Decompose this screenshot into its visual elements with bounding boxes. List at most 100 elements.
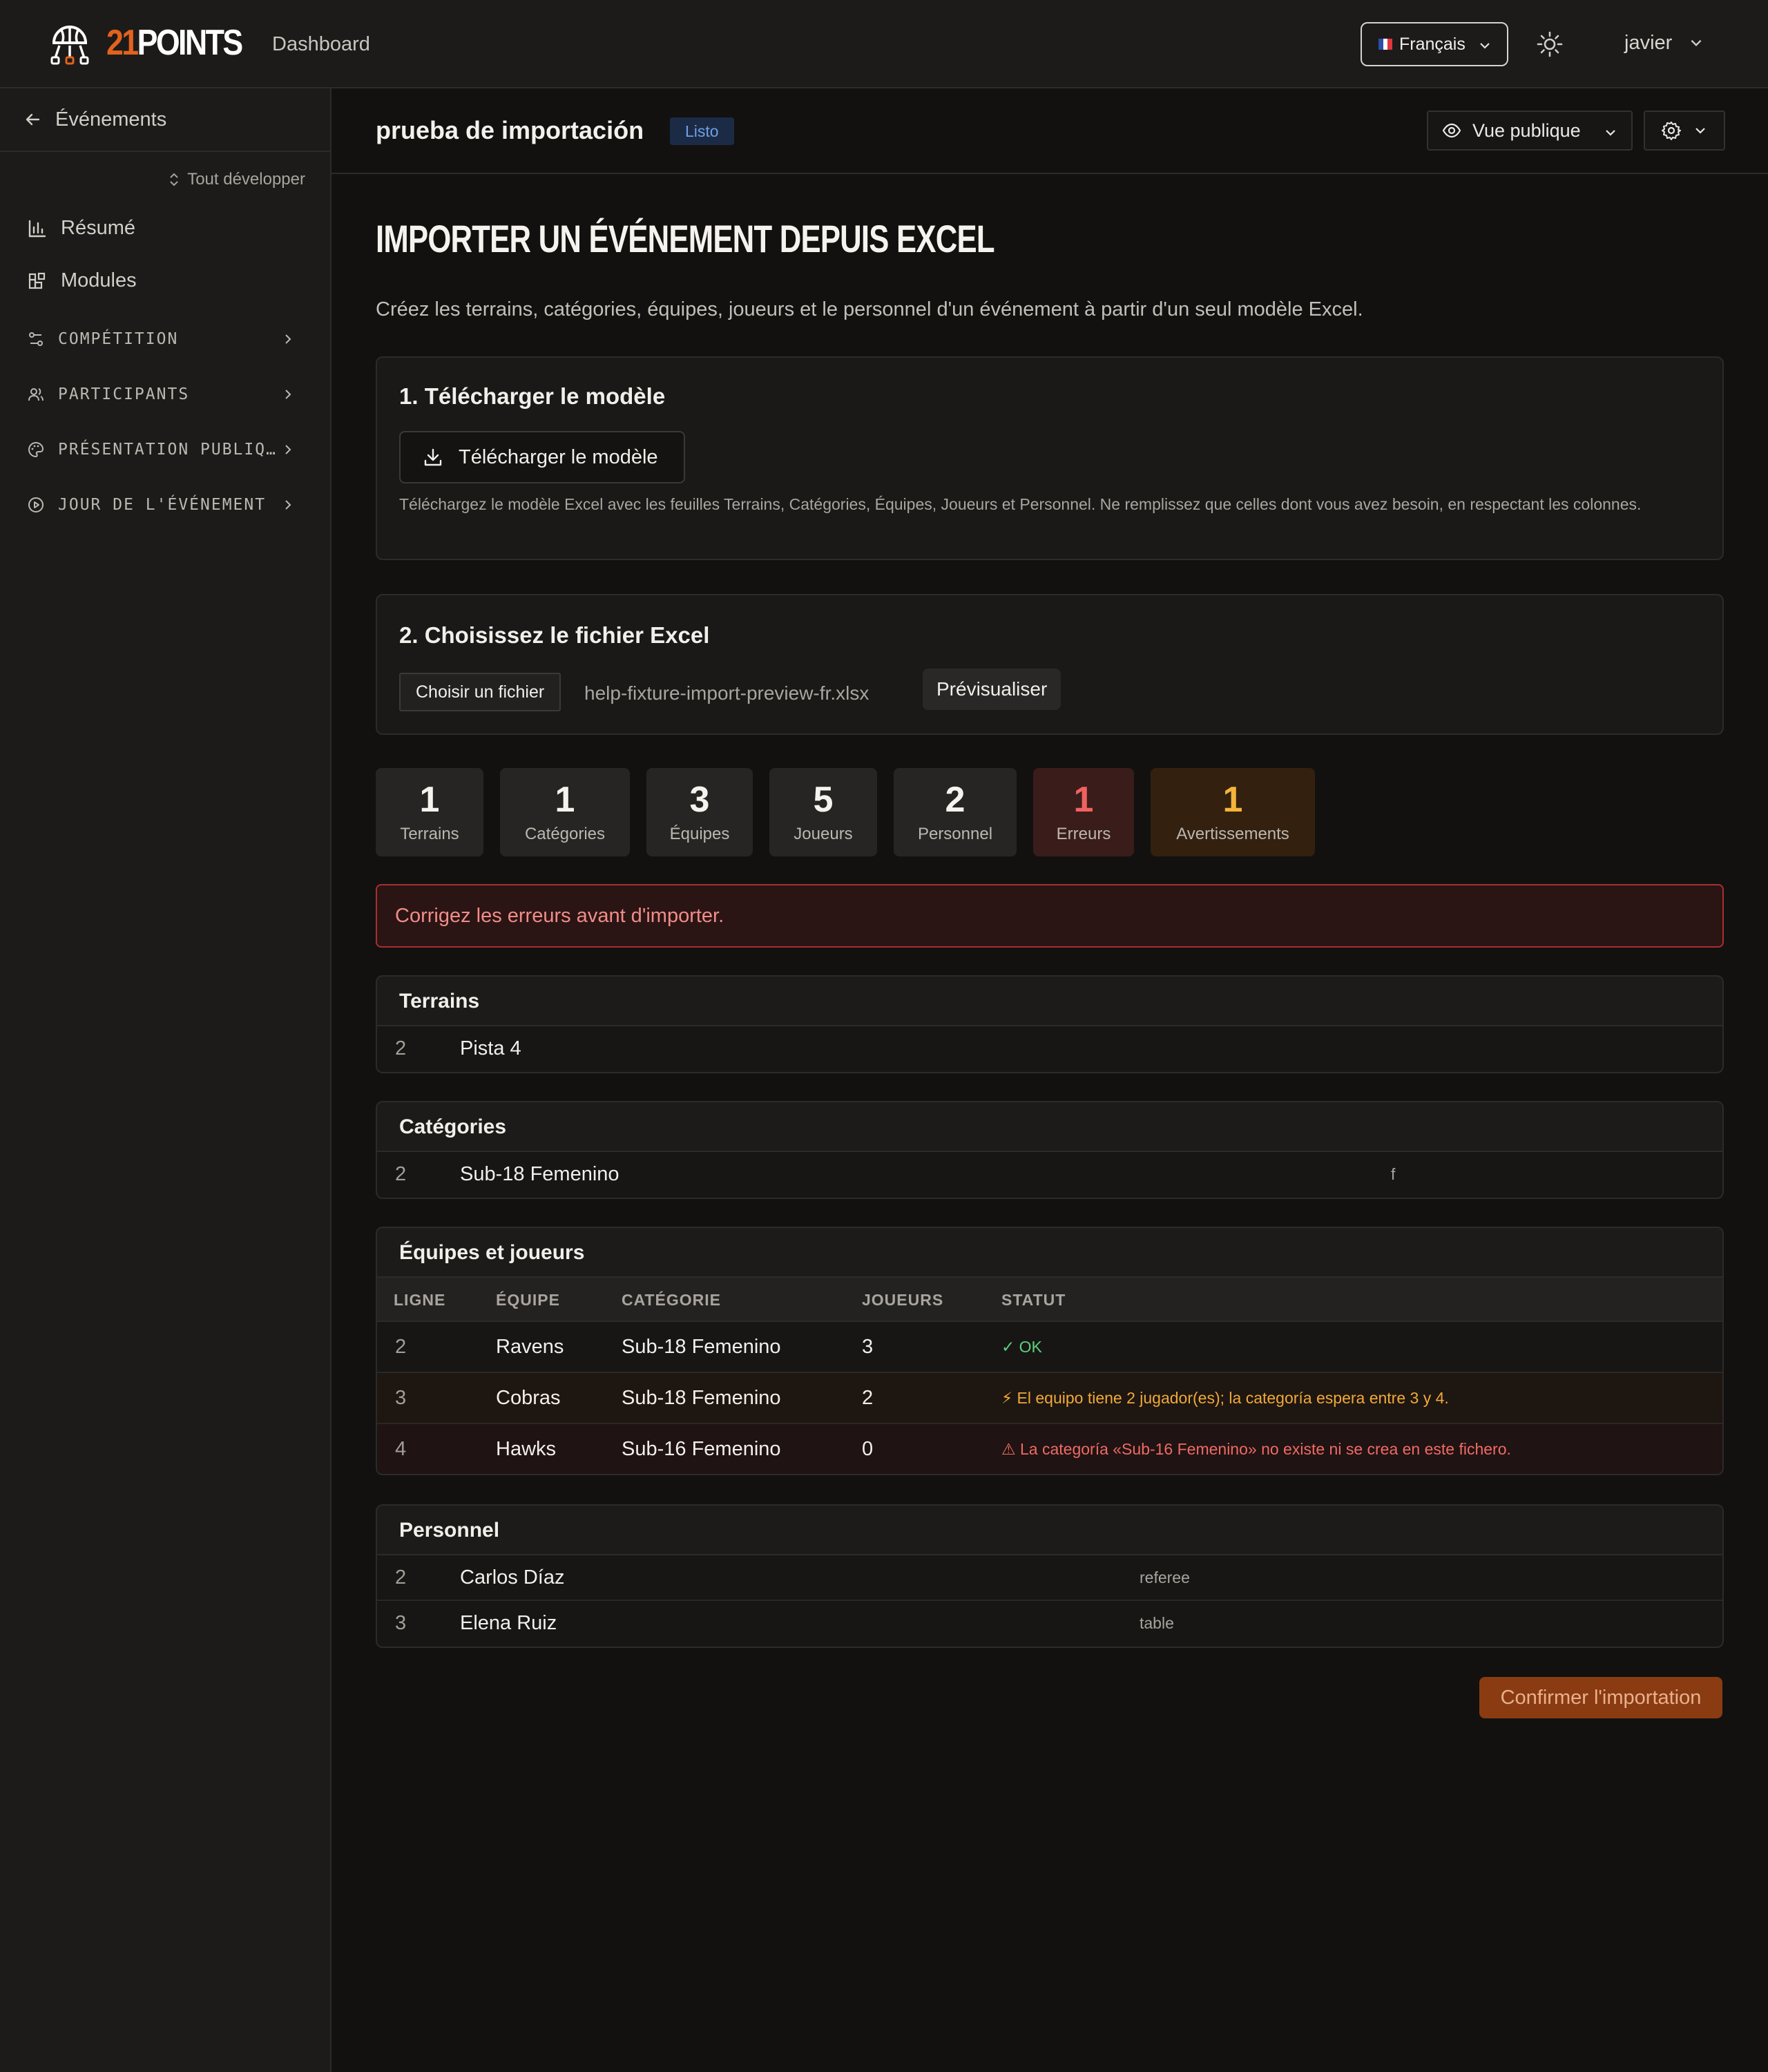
row-line: 2 bbox=[395, 1037, 407, 1059]
palette-icon bbox=[28, 441, 44, 458]
arrow-left-icon bbox=[26, 113, 40, 126]
download-template-card: 1. Télécharger le modèle Télécharger le … bbox=[376, 356, 1724, 560]
status-badge: Listo bbox=[670, 117, 734, 145]
row-category: Sub-18 Femenino bbox=[622, 1336, 781, 1358]
sidebar: Événements Tout développer Résumé Module… bbox=[0, 88, 332, 2072]
public-view-button[interactable]: Vue publique bbox=[1427, 111, 1633, 151]
event-header: prueba de importación Listo Vue publique bbox=[332, 88, 1768, 174]
stat-value: 5 bbox=[813, 780, 834, 820]
chevrons-up-down-icon bbox=[170, 173, 178, 186]
stat-label: Joueurs bbox=[794, 825, 853, 843]
france-flag-icon bbox=[1378, 39, 1393, 50]
selected-file-name: help-fixture-import-preview-fr.xlsx bbox=[584, 682, 869, 704]
sidebar-item-summary[interactable]: Résumé bbox=[28, 217, 135, 240]
sidebar-back-events[interactable]: Événements bbox=[0, 88, 330, 152]
modules-icon bbox=[28, 272, 46, 289]
language-selector[interactable]: Français bbox=[1361, 22, 1508, 66]
sidebar-section-label: JOUR DE L'ÉVÉNEMENT bbox=[58, 496, 267, 514]
event-title: prueba de importación bbox=[376, 116, 644, 144]
step1-title: 1. Télécharger le modèle bbox=[399, 383, 666, 409]
row-category: Sub-16 Femenino bbox=[622, 1438, 781, 1460]
row-role: referee bbox=[1140, 1569, 1190, 1586]
preview-button[interactable]: Prévisualiser bbox=[923, 669, 1061, 710]
table-row: 2 Carlos Díaz referee bbox=[377, 1555, 1722, 1601]
row-line: 2 bbox=[395, 1566, 407, 1589]
row-status-error: ⚠ La categoría «Sub-16 Femenino» no exis… bbox=[1001, 1440, 1511, 1458]
language-label: Français bbox=[1399, 34, 1466, 54]
download-template-note: Téléchargez le modèle Excel avec les feu… bbox=[399, 495, 1642, 513]
row-team: Hawks bbox=[496, 1438, 557, 1460]
download-template-button[interactable]: Télécharger le modèle bbox=[399, 431, 685, 483]
table-row: 3 Elena Ruiz table bbox=[377, 1601, 1722, 1647]
user-menu[interactable]: javier bbox=[1624, 29, 1704, 57]
user-name: javier bbox=[1624, 32, 1673, 54]
event-settings-button[interactable] bbox=[1644, 111, 1725, 151]
top-bar: 21POINTS Dashboard Français javier bbox=[0, 0, 1768, 88]
chevron-right-icon bbox=[285, 334, 291, 344]
sidebar-item-label: Résumé bbox=[61, 217, 135, 239]
row-role: table bbox=[1140, 1614, 1174, 1632]
row-line: 2 bbox=[395, 1163, 407, 1185]
column-header-players: JOUEURS bbox=[862, 1291, 944, 1309]
teams-players-table: Équipes et joueurs LIGNE ÉQUIPE CATÉGORI… bbox=[376, 1227, 1724, 1475]
stat-value: 1 bbox=[1222, 780, 1243, 820]
page-title: IMPORTER UN ÉVÉNEMENT DEPUIS EXCEL bbox=[376, 217, 995, 260]
stat-label: Terrains bbox=[400, 825, 459, 843]
row-team: Ravens bbox=[496, 1336, 564, 1358]
stat-warnings: 1 Avertissements bbox=[1151, 768, 1315, 856]
row-gender: f bbox=[1391, 1165, 1396, 1183]
stat-label: Équipes bbox=[669, 825, 730, 843]
fields-table: Terrains 2 Pista 4 bbox=[376, 975, 1724, 1073]
brand-logo-text[interactable]: 21POINTS bbox=[106, 21, 244, 65]
sidebar-section-event-day[interactable]: JOUR DE L'ÉVÉNEMENT bbox=[28, 496, 304, 514]
gear-icon bbox=[1662, 122, 1681, 140]
basketball-logo-icon[interactable] bbox=[48, 23, 91, 65]
stat-staff: 2 Personnel bbox=[894, 768, 1017, 856]
sidebar-section-competition[interactable]: COMPÉTITION bbox=[28, 330, 304, 348]
stat-label: Personnel bbox=[917, 825, 993, 843]
row-name: Carlos Díaz bbox=[460, 1566, 565, 1589]
brand-logo-word: POINTS bbox=[137, 23, 244, 63]
sidebar-section-label: PRÉSENTATION PUBLIQ… bbox=[58, 441, 277, 459]
stat-fields: 1 Terrains bbox=[376, 768, 483, 856]
expand-all-label: Tout développer bbox=[187, 170, 305, 189]
error-alert: Corrigez les erreurs avant d'importer. bbox=[376, 884, 1724, 948]
sidebar-item-modules[interactable]: Modules bbox=[28, 269, 137, 292]
table-row: 2 Ravens Sub-18 Femenino 3 ✓ OK bbox=[377, 1322, 1722, 1373]
sun-icon[interactable] bbox=[1536, 30, 1564, 58]
choose-file-button[interactable]: Choisir un fichier bbox=[399, 673, 561, 711]
confirm-import-button[interactable]: Confirmer l'importation bbox=[1479, 1677, 1722, 1718]
download-icon bbox=[424, 448, 442, 466]
download-template-label: Télécharger le modèle bbox=[459, 445, 658, 468]
fields-table-title: Terrains bbox=[377, 977, 1722, 1026]
row-players: 3 bbox=[862, 1336, 874, 1358]
expand-all-button[interactable]: Tout développer bbox=[168, 170, 305, 189]
stat-value: 1 bbox=[419, 780, 440, 820]
staff-table-title: Personnel bbox=[377, 1506, 1722, 1555]
sidebar-section-label: COMPÉTITION bbox=[58, 330, 179, 348]
categories-table: Catégories 2 Sub-18 Femenino f bbox=[376, 1101, 1724, 1199]
categories-table-title: Catégories bbox=[377, 1102, 1722, 1152]
teams-table-title: Équipes et joueurs bbox=[377, 1228, 1722, 1278]
row-line: 3 bbox=[395, 1387, 407, 1409]
chevron-down-icon bbox=[1691, 39, 1702, 47]
stat-errors: 1 Erreurs bbox=[1033, 768, 1134, 856]
table-row: 3 Cobras Sub-18 Femenino 2 ⚡ El equipo t… bbox=[377, 1373, 1722, 1424]
eye-icon bbox=[1442, 123, 1461, 138]
row-line: 4 bbox=[395, 1438, 407, 1460]
column-header-line: LIGNE bbox=[394, 1291, 446, 1309]
sidebar-section-participants[interactable]: PARTICIPANTS bbox=[28, 385, 304, 403]
stat-players: 5 Joueurs bbox=[769, 768, 877, 856]
sidebar-section-public-presentation[interactable]: PRÉSENTATION PUBLIQ… bbox=[28, 441, 304, 459]
play-icon bbox=[28, 497, 44, 512]
stat-label: Avertissements bbox=[1176, 825, 1289, 843]
nav-dashboard-link[interactable]: Dashboard bbox=[272, 30, 370, 58]
sidebar-item-label: Modules bbox=[61, 269, 137, 291]
table-row: 2 Sub-18 Femenino f bbox=[377, 1152, 1722, 1198]
stat-label: Erreurs bbox=[1056, 825, 1111, 843]
stat-value: 1 bbox=[1073, 780, 1094, 820]
column-header-team: ÉQUIPE bbox=[496, 1291, 560, 1309]
table-row: 2 Pista 4 bbox=[377, 1026, 1722, 1072]
row-name: Sub-18 Femenino bbox=[460, 1163, 619, 1185]
chevron-right-icon bbox=[285, 390, 291, 399]
